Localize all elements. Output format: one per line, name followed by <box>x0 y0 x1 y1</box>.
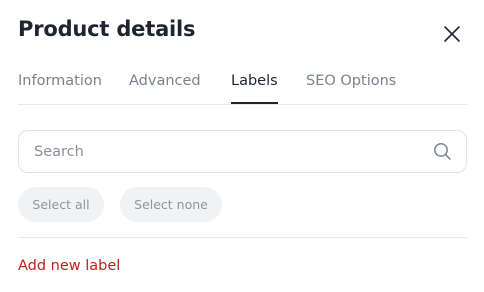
search-box <box>18 130 467 173</box>
close-icon <box>444 26 460 42</box>
select-none-button[interactable]: Select none <box>120 187 222 222</box>
page-title: Product details <box>18 17 196 41</box>
search-input[interactable] <box>34 143 424 160</box>
tab-labels[interactable]: Labels <box>231 60 278 104</box>
add-new-label-link[interactable]: Add new label <box>18 255 120 277</box>
select-all-button[interactable]: Select all <box>18 187 104 222</box>
search-icon[interactable] <box>432 142 452 162</box>
tab-seo-options[interactable]: SEO Options <box>306 60 396 104</box>
tab-bar: Information Advanced Labels SEO Options <box>18 60 467 105</box>
tab-advanced[interactable]: Advanced <box>129 60 201 104</box>
tab-information[interactable]: Information <box>18 60 102 104</box>
divider <box>18 237 467 238</box>
product-details-panel: Product details Information Advanced Lab… <box>0 0 484 292</box>
close-button[interactable] <box>438 20 466 48</box>
